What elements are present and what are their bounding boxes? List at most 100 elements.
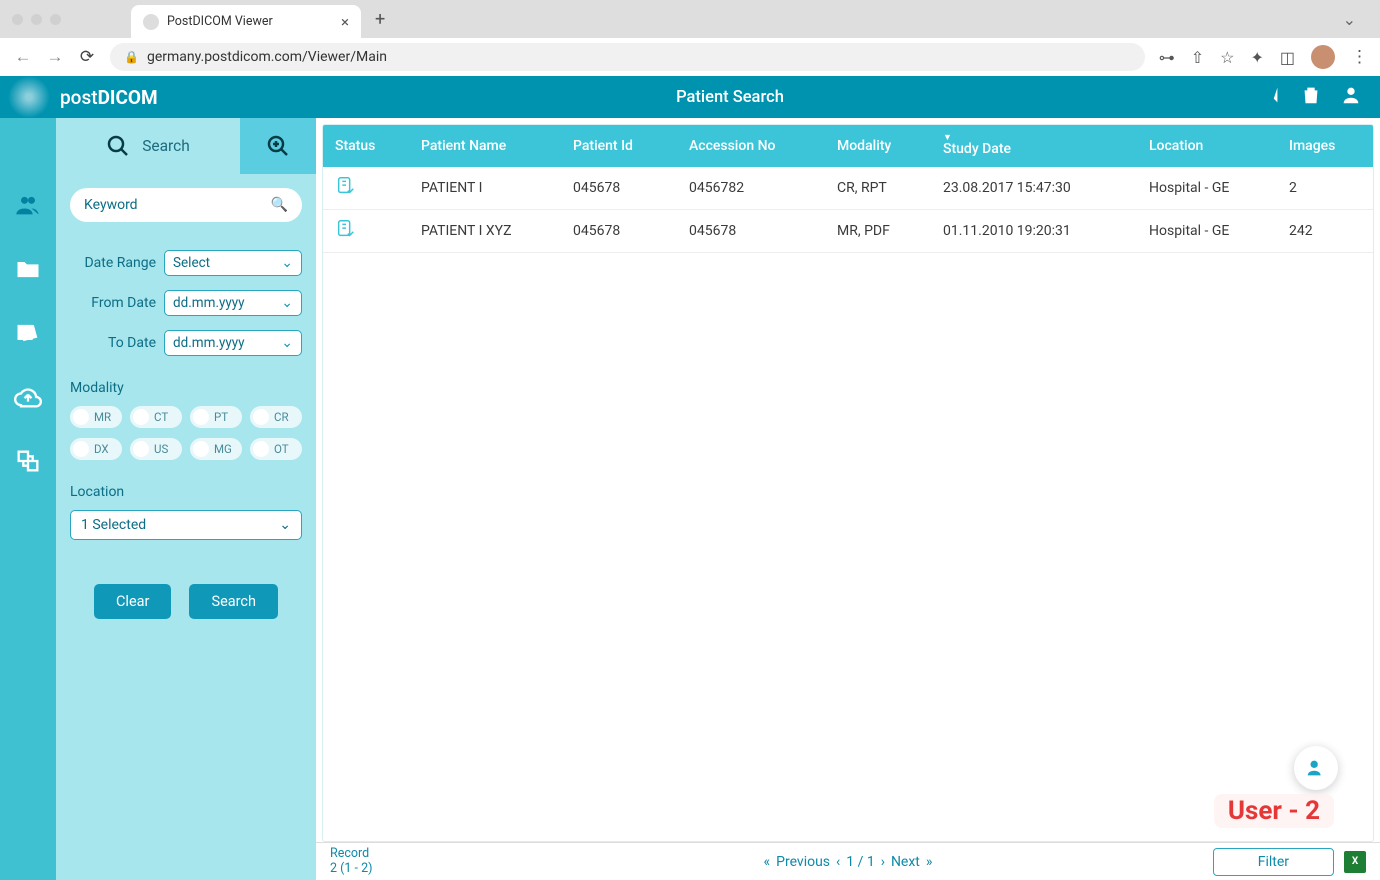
logo-text: postDICOM bbox=[60, 86, 158, 109]
app-header: postDICOM Patient Search bbox=[0, 76, 1380, 118]
user-icon[interactable] bbox=[1340, 84, 1362, 110]
tab-title: PostDICOM Viewer bbox=[167, 14, 333, 29]
date-range-select[interactable]: Select⌄ bbox=[164, 250, 302, 276]
trash-icon[interactable] bbox=[1300, 84, 1322, 110]
cards-nav-icon[interactable] bbox=[11, 316, 45, 350]
modality-toggle-mr[interactable]: MR bbox=[70, 406, 122, 428]
chevron-down-icon: ⌄ bbox=[281, 255, 293, 271]
cell-study-date: 01.11.2010 19:20:31 bbox=[931, 210, 1137, 253]
date-range-label: Date Range bbox=[70, 255, 156, 271]
patients-nav-icon[interactable] bbox=[11, 188, 45, 222]
back-button[interactable]: ← bbox=[14, 47, 32, 67]
keyword-input[interactable]: Keyword 🔍 bbox=[70, 188, 302, 222]
status-cell bbox=[323, 167, 409, 210]
from-date-label: From Date bbox=[70, 295, 156, 311]
search-button[interactable]: Search bbox=[189, 584, 278, 619]
cell-modality: CR, RPT bbox=[825, 167, 931, 210]
chevron-down-icon: ⌄ bbox=[281, 335, 293, 351]
close-window[interactable] bbox=[12, 14, 23, 25]
folder-nav-icon[interactable] bbox=[11, 252, 45, 286]
filter-button[interactable]: Filter bbox=[1213, 848, 1334, 876]
tabs-dropdown-icon[interactable]: ⌄ bbox=[1343, 10, 1356, 29]
maximize-window[interactable] bbox=[50, 14, 61, 25]
favicon bbox=[143, 14, 159, 30]
modality-toggle-us[interactable]: US bbox=[130, 438, 182, 460]
prev-arrow-icon[interactable]: ‹ bbox=[836, 854, 840, 870]
modality-toggle-dx[interactable]: DX bbox=[70, 438, 122, 460]
col-patient-id[interactable]: Patient Id bbox=[561, 125, 677, 167]
cell-accession: 045678 bbox=[677, 210, 825, 253]
col-status[interactable]: Status bbox=[323, 125, 409, 167]
address-bar[interactable]: 🔒 germany.postdicom.com/Viewer/Main bbox=[110, 43, 1145, 71]
from-date-input[interactable]: dd.mm.yyyy⌄ bbox=[164, 290, 302, 316]
key-icon[interactable]: ⊶ bbox=[1159, 48, 1175, 67]
forward-button[interactable]: → bbox=[46, 47, 64, 67]
table-row[interactable]: PATIENT I XYZ045678045678MR, PDF01.11.20… bbox=[323, 210, 1373, 253]
search-sidebar: Search Keyword 🔍 Date Range Select⌄ From… bbox=[56, 118, 316, 880]
record-count: 2 (1 - 2) bbox=[330, 862, 372, 876]
table-footer: Record 2 (1 - 2) « Previous ‹ 1 / 1 › Ne… bbox=[316, 842, 1380, 880]
cell-location: Hospital - GE bbox=[1137, 210, 1277, 253]
transfer-nav-icon[interactable] bbox=[11, 444, 45, 478]
reload-button[interactable]: ⟳ bbox=[78, 47, 96, 67]
table-row[interactable]: PATIENT I0456780456782CR, RPT23.08.2017 … bbox=[323, 167, 1373, 210]
window-controls bbox=[12, 14, 61, 25]
cell-patient-id: 045678 bbox=[561, 210, 677, 253]
browser-chrome: PostDICOM Viewer × + ⌄ ← → ⟳ 🔒 germany.p… bbox=[0, 0, 1380, 76]
cell-patient-name: PATIENT I XYZ bbox=[409, 210, 561, 253]
new-tab-button[interactable]: + bbox=[375, 9, 385, 30]
col-patient-name[interactable]: Patient Name bbox=[409, 125, 561, 167]
to-date-input[interactable]: dd.mm.yyyy⌄ bbox=[164, 330, 302, 356]
col-accession[interactable]: Accession No bbox=[677, 125, 825, 167]
next-arrow-icon[interactable]: › bbox=[881, 854, 885, 870]
profile-avatar[interactable] bbox=[1311, 45, 1335, 69]
results-table: Status Patient Name Patient Id Accession… bbox=[323, 125, 1373, 253]
last-page-button[interactable]: » bbox=[926, 854, 933, 870]
modality-toggle-mg[interactable]: MG bbox=[190, 438, 242, 460]
modality-toggle-ot[interactable]: OT bbox=[250, 438, 302, 460]
next-page-button[interactable]: Next bbox=[891, 854, 920, 870]
excel-export-icon[interactable]: X bbox=[1344, 851, 1366, 873]
url-text: germany.postdicom.com/Viewer/Main bbox=[147, 49, 387, 65]
cell-images: 2 bbox=[1277, 167, 1373, 210]
minimize-window[interactable] bbox=[31, 14, 42, 25]
col-study-date[interactable]: ▼Study Date bbox=[931, 125, 1137, 167]
col-images[interactable]: Images bbox=[1277, 125, 1373, 167]
chevron-down-icon: ⌄ bbox=[279, 517, 291, 533]
panel-icon[interactable]: ◫ bbox=[1280, 48, 1295, 67]
col-modality[interactable]: Modality bbox=[825, 125, 931, 167]
browser-menu-icon[interactable]: ⋮ bbox=[1351, 47, 1366, 67]
chevron-down-icon: ⌄ bbox=[281, 295, 293, 311]
main-content: Status Patient Name Patient Id Accession… bbox=[316, 118, 1380, 880]
previous-page-button[interactable]: Previous bbox=[776, 854, 830, 870]
cell-location: Hospital - GE bbox=[1137, 167, 1277, 210]
cell-patient-id: 045678 bbox=[561, 167, 677, 210]
cell-study-date: 23.08.2017 15:47:30 bbox=[931, 167, 1137, 210]
add-user-fab[interactable] bbox=[1294, 746, 1338, 790]
location-select[interactable]: 1 Selected⌄ bbox=[70, 510, 302, 540]
record-label: Record bbox=[330, 847, 372, 861]
browser-tab[interactable]: PostDICOM Viewer × bbox=[131, 5, 361, 38]
extensions-icon[interactable]: ✦ bbox=[1250, 48, 1263, 67]
location-section-label: Location bbox=[70, 484, 302, 500]
first-page-button[interactable]: « bbox=[764, 854, 771, 870]
col-location[interactable]: Location bbox=[1137, 125, 1277, 167]
modality-toggle-cr[interactable]: CR bbox=[250, 406, 302, 428]
status-cell bbox=[323, 210, 409, 253]
upload-nav-icon[interactable] bbox=[11, 380, 45, 414]
modality-toggle-ct[interactable]: CT bbox=[130, 406, 182, 428]
clear-button[interactable]: Clear bbox=[94, 584, 171, 619]
close-tab-icon[interactable]: × bbox=[341, 13, 349, 31]
modality-toggle-pt[interactable]: PT bbox=[190, 406, 242, 428]
share-icon[interactable]: ⇧ bbox=[1191, 48, 1204, 67]
sort-icon[interactable] bbox=[1260, 84, 1282, 110]
keyword-placeholder: Keyword bbox=[84, 197, 138, 213]
to-date-label: To Date bbox=[70, 335, 156, 351]
bookmark-icon[interactable]: ☆ bbox=[1220, 48, 1234, 67]
logo-icon bbox=[8, 76, 50, 118]
cell-accession: 0456782 bbox=[677, 167, 825, 210]
search-tab[interactable]: Search bbox=[56, 118, 240, 174]
advanced-search-tab[interactable] bbox=[240, 118, 316, 174]
page-title: Patient Search bbox=[200, 88, 1260, 107]
search-tab-label: Search bbox=[142, 137, 190, 155]
